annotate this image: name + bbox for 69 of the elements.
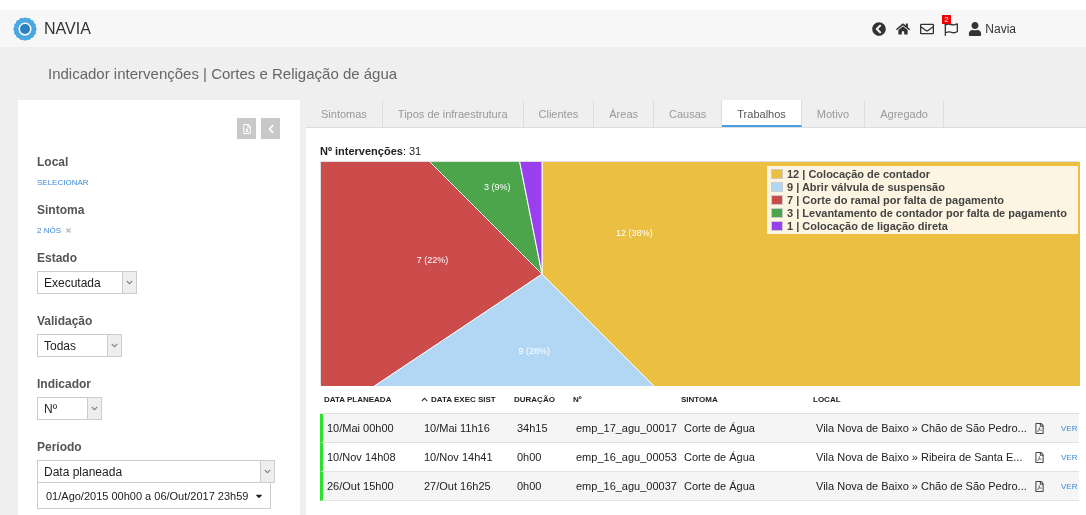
table-cell-text: 10/Nov 14h41 — [423, 451, 494, 463]
filter-link[interactable]: SELECIONAR — [37, 178, 89, 187]
user-name[interactable]: Navia — [985, 21, 1016, 36]
table-cell-text: 10/Nov 14h08 — [326, 451, 397, 463]
view-link[interactable]: VER — [1061, 423, 1078, 433]
chevron-down-icon — [126, 279, 133, 286]
view-link[interactable]: VER — [1061, 452, 1078, 462]
legend-label: 12 | Colocação de contador — [787, 168, 931, 180]
filter-label: Estado — [37, 251, 78, 265]
table-cell-text: Corte de Água — [683, 480, 756, 492]
brand-name: NAVIA — [44, 19, 91, 38]
table-cell-text: Corte de Água — [683, 422, 756, 434]
table-cell-text: emp_16_agu_00053 — [575, 451, 678, 463]
page-title: Indicador intervenções | Cortes e Religação de água — [47, 64, 399, 84]
table-cell-text: 10/Mai 11h16 — [423, 422, 491, 434]
pdf-icon[interactable] — [1034, 422, 1045, 434]
filter-label: Indicador — [37, 377, 92, 391]
back-icon[interactable] — [872, 21, 887, 36]
filter-label: Validação — [37, 314, 94, 328]
tab[interactable]: Trabalhos — [722, 100, 802, 127]
spreadsheet-icon — [241, 123, 252, 134]
table-cell-text: 0h00 — [516, 480, 543, 492]
legend-label: 1 | Colocação de ligação direta — [787, 220, 948, 232]
select-field[interactable]: Executada — [37, 271, 137, 294]
slice-label: 3 (9%) — [483, 182, 511, 193]
chevron-down-icon — [91, 405, 98, 412]
view-link[interactable]: VER — [1061, 481, 1078, 491]
column-header[interactable]: DATA EXEC SIST — [417, 394, 510, 404]
column-header[interactable]: LOCAL — [809, 394, 1031, 404]
filter-label: Local — [37, 155, 70, 169]
table-cell-text: 34h15 — [516, 422, 549, 434]
filter-link[interactable]: 2 NÓS — [37, 226, 61, 235]
column-header[interactable]: SINTOMA — [677, 394, 809, 404]
filter-label: Período — [37, 440, 83, 454]
select-field[interactable]: Nº — [37, 397, 102, 420]
filter-label: Sintoma — [37, 203, 86, 217]
slice-label: 12 (38%) — [616, 227, 653, 238]
table-cell-text: Vila Nova de Baixo » Ribeira de Santa E... — [815, 451, 1024, 463]
table-cell-text: Vila Nova de Baixo » Chão de São Pedro... — [815, 422, 1028, 434]
select-field[interactable]: Todas — [37, 334, 122, 357]
legend-label: 7 | Corte do ramal por falta de pagamento — [787, 194, 1004, 206]
notification-badge: 2 — [942, 14, 951, 24]
column-header[interactable]: DURAÇÃO — [510, 394, 569, 404]
slice-label: 7 (22%) — [416, 255, 449, 266]
logo-icon — [12, 15, 38, 42]
pdf-icon[interactable] — [1034, 451, 1045, 463]
home-icon[interactable] — [896, 21, 911, 36]
column-header[interactable]: DATA PLANEADA — [320, 394, 417, 404]
chevron-down-icon — [111, 342, 118, 349]
legend-label: 9 | Abrir válvula de suspensão — [787, 181, 945, 193]
column-header[interactable]: Nº — [569, 394, 677, 404]
table-cell-text: 10/Mai 00h00 — [326, 422, 395, 434]
table-cell-text: Corte de Água — [683, 451, 756, 463]
intervention-count: Nº intervenções: 31 — [320, 145, 423, 159]
sort-icon — [421, 395, 428, 403]
table-cell-text: 0h00 — [516, 451, 543, 463]
table-cell-text: emp_16_agu_00037 — [575, 480, 678, 492]
select-field[interactable]: Data planeada — [37, 460, 275, 483]
legend-label: 3 | Levantamento de contador por falta de pagamento — [787, 207, 1067, 219]
slice-label: 9 (28%) — [518, 345, 550, 356]
date-range-field[interactable]: 01/Ago/2015 00h00 a 06/Out/2017 23h59 — [37, 483, 271, 509]
table-cell-text: emp_17_agu_00017 — [575, 422, 678, 434]
table-cell-text: 27/Out 16h25 — [423, 480, 492, 492]
user-icon[interactable] — [968, 21, 983, 36]
chevron-down-icon — [264, 468, 271, 475]
table-cell-text: 26/Out 15h00 — [326, 480, 395, 492]
pdf-icon[interactable] — [1034, 480, 1045, 492]
mail-icon[interactable] — [920, 21, 935, 36]
table-cell-text: Vila Nova de Baixo » Chão de São Pedro... — [815, 480, 1028, 492]
